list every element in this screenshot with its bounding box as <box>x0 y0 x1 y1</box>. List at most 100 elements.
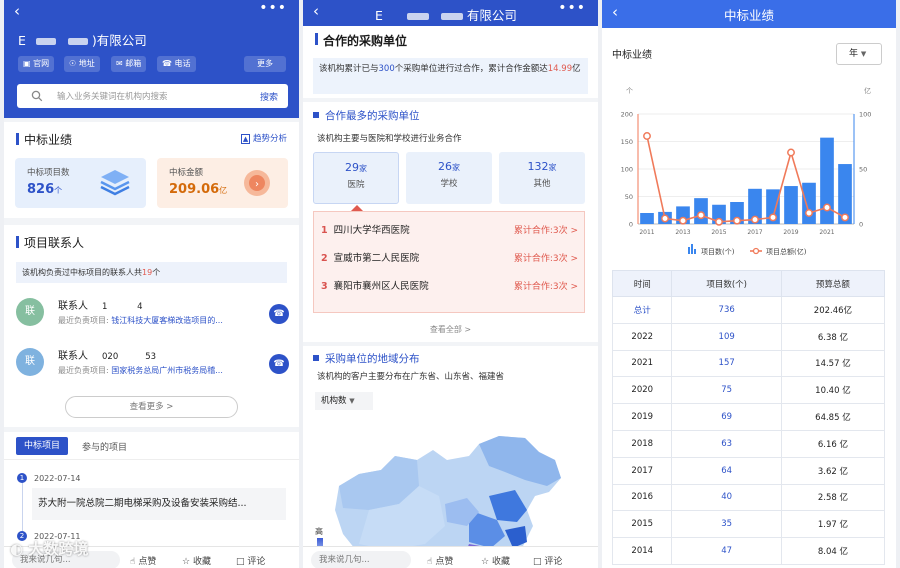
comment-input[interactable]: 我来说几句... <box>311 551 411 568</box>
comment-button[interactable]: □ 评论 <box>236 554 265 567</box>
stat-award-amount[interactable]: 中标金额 209.06亿 › <box>157 158 288 208</box>
cell-project-count[interactable]: 157 <box>671 349 782 378</box>
cell-project-count[interactable]: 75 <box>671 376 782 405</box>
rank-coop-link[interactable]: 累计合作:3次 > <box>514 223 578 236</box>
cell-year: 2020 <box>611 376 673 405</box>
buyer-card-hospital[interactable]: 29家 医院 <box>313 152 399 204</box>
redaction-block <box>440 13 463 20</box>
table-row[interactable]: 2018 63 6.16 亿 <box>611 429 886 458</box>
call-phone-icon[interactable]: ☎ <box>269 304 289 324</box>
right-axis-unit-label: 亿 <box>864 86 871 95</box>
region-section: 采购单位的地域分布 该机构的客户主要分布在广东省、山东省、福建省 机构数 ▼ 高 <box>303 346 598 568</box>
chip-email[interactable]: ✉ 邮箱 <box>111 56 147 72</box>
rank-buyer-name[interactable]: 宣威市第二人民医院 <box>334 253 420 264</box>
stat-unit: 个 <box>54 186 63 195</box>
cell-budget: 1.97 亿 <box>780 510 886 539</box>
rank-number: 2 <box>321 253 328 264</box>
search-input[interactable]: 输入业务关键词在机构内搜索 <box>57 90 168 102</box>
contact-project-link[interactable]: 钱江科技大厦客梯改造项目的... <box>111 316 223 325</box>
watermark-logo-icon: ◐ <box>10 540 24 558</box>
favorite-button[interactable]: ☆ 收藏 <box>182 554 211 567</box>
coop-count: 300 <box>378 64 395 74</box>
like-button[interactable]: ☝ 点赞 <box>130 554 156 567</box>
cell-project-count[interactable]: 736 <box>671 296 782 324</box>
search-button[interactable]: 搜索 <box>260 90 278 103</box>
amount-point-2014 <box>697 211 705 220</box>
table-row[interactable]: 2017 64 3.62 亿 <box>611 456 886 485</box>
cell-budget: 8.04 亿 <box>780 537 886 565</box>
chip-address[interactable]: ☉ 地址 <box>64 56 100 72</box>
table-row[interactable]: 2021 157 14.57 亿 <box>611 349 886 378</box>
like-button[interactable]: ☝ 点赞 <box>427 554 453 567</box>
buyer-count-unit: 家 <box>452 163 460 172</box>
rank-coop-link[interactable]: 累计合作:3次 > <box>514 251 578 264</box>
table-body: 总计 736 202.46亿 2022 109 6.38 亿 2021 157 14.57 亿2… <box>611 296 886 565</box>
table-row[interactable]: 2022 109 6.38 亿 <box>611 322 886 351</box>
search-box[interactable]: 输入业务关键词在机构内搜索 搜索 <box>17 84 288 108</box>
period-select[interactable]: 年 ▼ <box>836 43 882 65</box>
more-dots-icon[interactable]: ••• <box>259 0 287 16</box>
page-title: 中标业绩 <box>723 8 774 23</box>
back-chevron-icon[interactable]: ‹ <box>313 2 319 20</box>
search-icon <box>31 90 43 102</box>
contact-name-line: 联系人 020 53 <box>58 347 156 362</box>
cell-project-count[interactable]: 47 <box>671 537 782 565</box>
metric-select[interactable]: 机构数 ▼ <box>315 392 373 410</box>
redaction-block <box>35 38 56 45</box>
cell-project-count[interactable]: 69 <box>671 403 782 431</box>
table-header: 时间 项目数(个) 预算总额 <box>611 270 886 297</box>
favorite-label: 收藏 <box>491 557 510 567</box>
table-row[interactable]: 总计 736 202.46亿 <box>611 296 886 324</box>
table-row[interactable]: 2019 69 64.85 亿 <box>611 403 886 431</box>
contact-project-link[interactable]: 国家税务总局广州市税务局稽... <box>111 366 223 375</box>
most-buyers-section: 合作最多的采购单位 该机构主要与医院和学校进行业务合作 29家 医院 26家 学… <box>303 102 598 342</box>
contacts-note-suffix: 个 <box>152 268 161 277</box>
table-row[interactable]: 2020 75 10.40 亿 <box>611 376 886 405</box>
table-row[interactable]: 2016 40 2.58 亿 <box>611 483 886 512</box>
chip-website[interactable]: ▣ 官网 <box>18 56 55 72</box>
cell-budget: 6.16 亿 <box>780 429 886 458</box>
y2-tick-label: 100 <box>859 111 871 119</box>
table-row[interactable]: 2014 47 8.04 亿 <box>611 537 886 565</box>
x-tick-label: 2017 <box>747 229 762 236</box>
chip-phone[interactable]: ☎ 电话 <box>157 56 196 72</box>
redaction-block <box>67 38 88 45</box>
back-chevron-icon[interactable]: ‹ <box>14 2 20 20</box>
cell-project-count[interactable]: 35 <box>671 510 782 539</box>
stat-label: 中标金额 <box>169 168 204 178</box>
buyers-panel: ‹ E 有限公司 ••• 合作的采购单位 该机构累计已与300个采购单位进行过合… <box>303 0 598 568</box>
column-header: 项目数(个) <box>671 270 782 297</box>
rank-buyer-name[interactable]: 四川大学华西医院 <box>334 225 410 236</box>
header-title: E 有限公司 <box>375 5 517 24</box>
stat-project-count[interactable]: 中标项目数 826个 <box>15 158 146 208</box>
call-phone-icon[interactable]: ☎ <box>269 354 289 374</box>
amount-point-2020 <box>805 209 813 217</box>
trend-analysis-link[interactable]: ▲ 趋势分析 <box>240 132 287 144</box>
cell-project-count[interactable]: 63 <box>671 429 782 458</box>
rank-buyer-name[interactable]: 襄阳市襄州区人民医院 <box>334 281 429 292</box>
cell-project-count[interactable]: 64 <box>671 456 782 485</box>
y-tick-label: 150 <box>621 138 633 146</box>
contact-row[interactable]: 联 联系人 020 53 最近负责项目: 国家税务总局广州市税务局稽... ☎ <box>4 343 299 389</box>
tab-awarded-projects[interactable]: 中标项目 <box>16 437 68 455</box>
tab-participated-projects[interactable]: 参与的项目 <box>82 440 127 453</box>
project-card[interactable]: 苏大附一院总院二期电梯采购及设备安装采购结... <box>32 488 286 520</box>
cell-project-count[interactable]: 40 <box>671 483 782 512</box>
buyer-card-label: 学校 <box>440 179 458 189</box>
buyer-card-other[interactable]: 132家 其他 <box>499 152 585 204</box>
view-more-contacts-button[interactable]: 查看更多 > <box>65 396 238 418</box>
contacts-section-title: 项目联系人 <box>24 236 85 250</box>
buyer-count-unit: 家 <box>359 164 367 173</box>
more-button[interactable]: 更多 <box>244 56 286 72</box>
rank-coop-link[interactable]: 累计合作:3次 > <box>514 279 578 292</box>
view-all-link[interactable]: 查看全部 > <box>303 324 598 335</box>
favorite-button[interactable]: ☆ 收藏 <box>481 554 510 567</box>
contact-row[interactable]: 联 联系人 1 4 最近负责项目: 钱江科技大厦客梯改造项目的... ☎ <box>4 291 299 337</box>
more-dots-icon[interactable]: ••• <box>558 0 586 16</box>
section-marker <box>16 236 19 248</box>
buyer-card-school[interactable]: 26家 学校 <box>406 152 492 204</box>
cell-project-count[interactable]: 109 <box>671 322 782 351</box>
y-tick-label: 100 <box>621 166 633 174</box>
table-row[interactable]: 2015 35 1.97 亿 <box>611 510 886 539</box>
comment-button[interactable]: □ 评论 <box>533 554 562 567</box>
